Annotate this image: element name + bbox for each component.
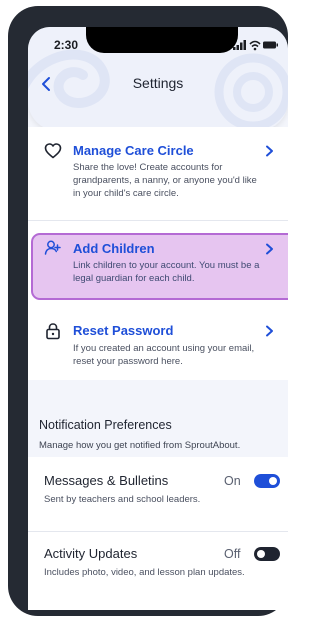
- messages-bulletins-item: Messages & Bulletins Sent by teachers an…: [28, 457, 288, 529]
- reset-password-title: Reset Password: [73, 323, 174, 338]
- wifi-icon: [249, 40, 261, 51]
- messages-bulletins-description: Sent by teachers and school leaders.: [44, 494, 201, 505]
- chevron-right-icon: [266, 145, 273, 157]
- add-children-item[interactable]: Add Children Link children to your accou…: [28, 233, 288, 300]
- add-children-description: Link children to your account. You must …: [73, 260, 260, 284]
- add-person-icon: [44, 240, 61, 255]
- notification-settings-card: Messages & Bulletins Sent by teachers an…: [28, 457, 288, 610]
- toggle-knob: [257, 550, 265, 558]
- chevron-right-icon: [266, 243, 273, 255]
- activity-updates-item: Activity Updates Includes photo, video, …: [28, 532, 288, 610]
- heart-icon: [44, 143, 62, 159]
- reset-password-item[interactable]: Reset Password If you created an account…: [28, 312, 288, 380]
- notification-preferences-subtitle: Manage how you get notified from SproutA…: [39, 440, 241, 451]
- app-screen: 2:30 Settings Manage Care Circle Share t…: [28, 27, 288, 610]
- manage-care-circle-description: Share the love! Create accounts for gran…: [73, 162, 257, 199]
- messages-bulletins-state: On: [224, 474, 241, 488]
- divider: [28, 220, 288, 221]
- messages-bulletins-toggle[interactable]: [254, 474, 280, 488]
- manage-care-circle-title: Manage Care Circle: [73, 143, 194, 158]
- chevron-right-icon: [266, 325, 273, 337]
- device-notch: [86, 27, 238, 53]
- activity-updates-state: Off: [224, 547, 241, 561]
- activity-updates-title: Activity Updates: [44, 546, 138, 561]
- toggle-knob: [269, 477, 277, 485]
- lock-icon: [46, 323, 60, 340]
- notification-preferences-heading: Notification Preferences: [39, 418, 172, 432]
- page-title: Settings: [132, 75, 184, 91]
- phone-frame: 2:30 Settings Manage Care Circle Share t…: [8, 6, 288, 616]
- signal-icon: [233, 40, 246, 50]
- add-children-title: Add Children: [73, 241, 155, 256]
- manage-care-circle-item[interactable]: Manage Care Circle Share the love! Creat…: [28, 127, 288, 219]
- activity-updates-toggle[interactable]: [254, 547, 280, 561]
- messages-bulletins-title: Messages & Bulletins: [44, 473, 169, 488]
- activity-updates-description: Includes photo, video, and lesson plan u…: [44, 567, 245, 578]
- status-icons: [233, 40, 278, 51]
- status-time: 2:30: [54, 38, 79, 52]
- reset-password-description: If you created an account using your ema…: [73, 343, 255, 367]
- battery-icon: [263, 41, 278, 49]
